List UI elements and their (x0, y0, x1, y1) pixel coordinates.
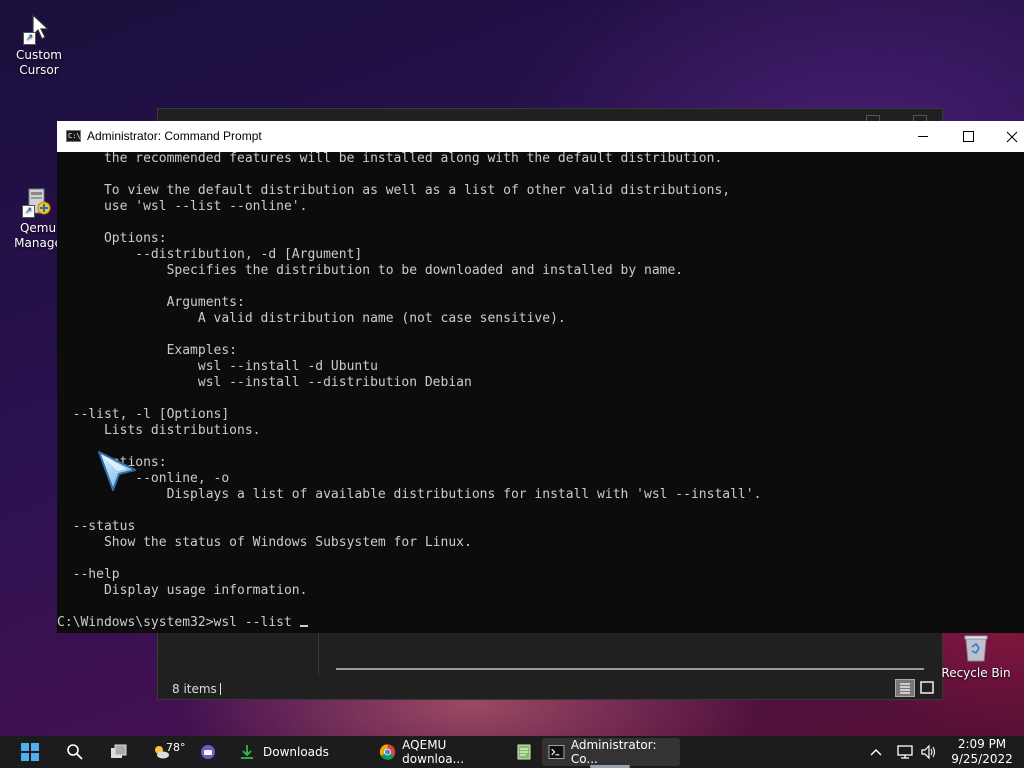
weather-temperature: 78° (166, 740, 186, 754)
custom-cursor-shortcut-icon: ↗ (23, 13, 55, 45)
maximize-icon (962, 131, 974, 142)
large-icons-view-icon (920, 681, 934, 694)
console-line: Options: (57, 231, 167, 246)
maximize-button[interactable] (945, 121, 991, 152)
explorer-pane-divider (318, 629, 319, 675)
large-icons-view-button[interactable] (917, 679, 937, 697)
clock[interactable]: 2:09 PM 9/25/2022 (946, 737, 1018, 767)
clock-date: 9/25/2022 (951, 752, 1013, 766)
console-line: wsl --install -d Ubuntu (57, 359, 378, 374)
console-line: Display usage information. (57, 583, 308, 598)
console-line: --list, -l [Options] (57, 407, 230, 422)
console-line: Lists distributions. (57, 423, 261, 438)
console-line: Examples: (57, 343, 238, 358)
console-line: Specifies the distribution to be downloa… (57, 263, 684, 278)
console-line: the recommended features will be install… (57, 151, 723, 166)
desktop-icon-label: Custom (16, 48, 62, 62)
taskbar-item-label: Administrator: Co... (570, 738, 657, 766)
clock-time: 2:09 PM (957, 737, 1007, 751)
network-icon (897, 745, 913, 759)
command-prompt-window[interactable]: C:\ Administrator: Command Prompt the re… (57, 121, 1024, 633)
close-button[interactable] (989, 121, 1024, 152)
chrome-icon (379, 744, 396, 760)
explorer-status-item-count: 8 items (172, 682, 217, 696)
desktop-icon-custom-cursor[interactable]: ↗ Custom Cursor (1, 13, 77, 78)
windows-logo-icon (21, 743, 39, 761)
taskbar-item-label: AQEMU downloa... (402, 738, 465, 766)
explorer-horizontal-scrollbar[interactable] (336, 668, 924, 670)
console-output[interactable]: the recommended features will be install… (57, 151, 1024, 633)
taskbar-item-chrome[interactable]: AQEMU downloa... (377, 736, 507, 768)
close-icon (1006, 131, 1018, 142)
command-prompt-icon: C:\ (66, 130, 81, 142)
taskbar: 78° Downloads AQEMU downloa... Administr… (0, 736, 1024, 768)
chat-icon (201, 745, 215, 759)
notepad-icon (517, 744, 531, 760)
console-line: --online, -o (57, 471, 230, 486)
show-hidden-icons-button[interactable] (869, 736, 887, 768)
taskbar-item-notepad[interactable] (515, 736, 537, 768)
taskbar-item-downloads[interactable]: Downloads (236, 736, 366, 768)
console-line: wsl --install --distribution Debian (57, 375, 472, 390)
recycle-bin-icon (964, 635, 988, 662)
console-line: Options: (103, 455, 167, 470)
console-line: use 'wsl --list --online'. (57, 199, 308, 214)
chevron-up-icon (870, 749, 882, 756)
task-view-icon (111, 744, 127, 758)
status-divider (220, 683, 221, 695)
download-folder-icon (241, 745, 253, 759)
qemu-manager-shortcut-icon: ↗ (22, 186, 54, 218)
console-line: --status (57, 519, 136, 534)
search-button[interactable] (66, 736, 88, 768)
taskbar-item-command-prompt[interactable]: Administrator: Co... (542, 738, 680, 766)
volume-button[interactable] (920, 736, 940, 768)
details-view-button[interactable] (895, 679, 915, 697)
cmd-title-bar[interactable]: C:\ Administrator: Command Prompt (57, 121, 1024, 152)
window-title: Administrator: Command Prompt (87, 129, 262, 143)
network-button[interactable] (896, 736, 916, 768)
start-button[interactable] (21, 736, 45, 768)
chat-button[interactable] (199, 736, 221, 768)
command-prompt-input-line: C:\Windows\system32>wsl --list (57, 615, 1024, 631)
speaker-icon (921, 744, 936, 760)
console-line: Show the status of Windows Subsystem for… (57, 535, 472, 550)
taskbar-item-label: Downloads (263, 745, 329, 759)
text-cursor (299, 625, 308, 627)
recycle-bin-label: Recycle Bin (941, 666, 1011, 680)
desktop-icon-label: Cursor (19, 63, 59, 77)
weather-widget[interactable]: 78° (152, 736, 188, 768)
console-line: --help (57, 567, 120, 582)
minimize-button[interactable] (900, 121, 946, 152)
task-view-button[interactable] (110, 736, 132, 768)
mouse-pointer-icon (97, 450, 139, 492)
desktop-icon-recycle-bin[interactable]: Recycle Bin (938, 633, 1014, 680)
search-icon (67, 744, 83, 760)
console-line: A valid distribution name (not case sens… (57, 311, 566, 326)
console-line: Arguments: (57, 295, 245, 310)
details-view-icon (900, 683, 910, 694)
command-prompt-icon (548, 744, 565, 760)
console-line: Displays a list of available distributio… (57, 487, 762, 502)
console-line: To view the default distribution as well… (57, 183, 731, 198)
minimize-icon (918, 136, 928, 137)
console-line: --distribution, -d [Argument] (57, 247, 363, 262)
